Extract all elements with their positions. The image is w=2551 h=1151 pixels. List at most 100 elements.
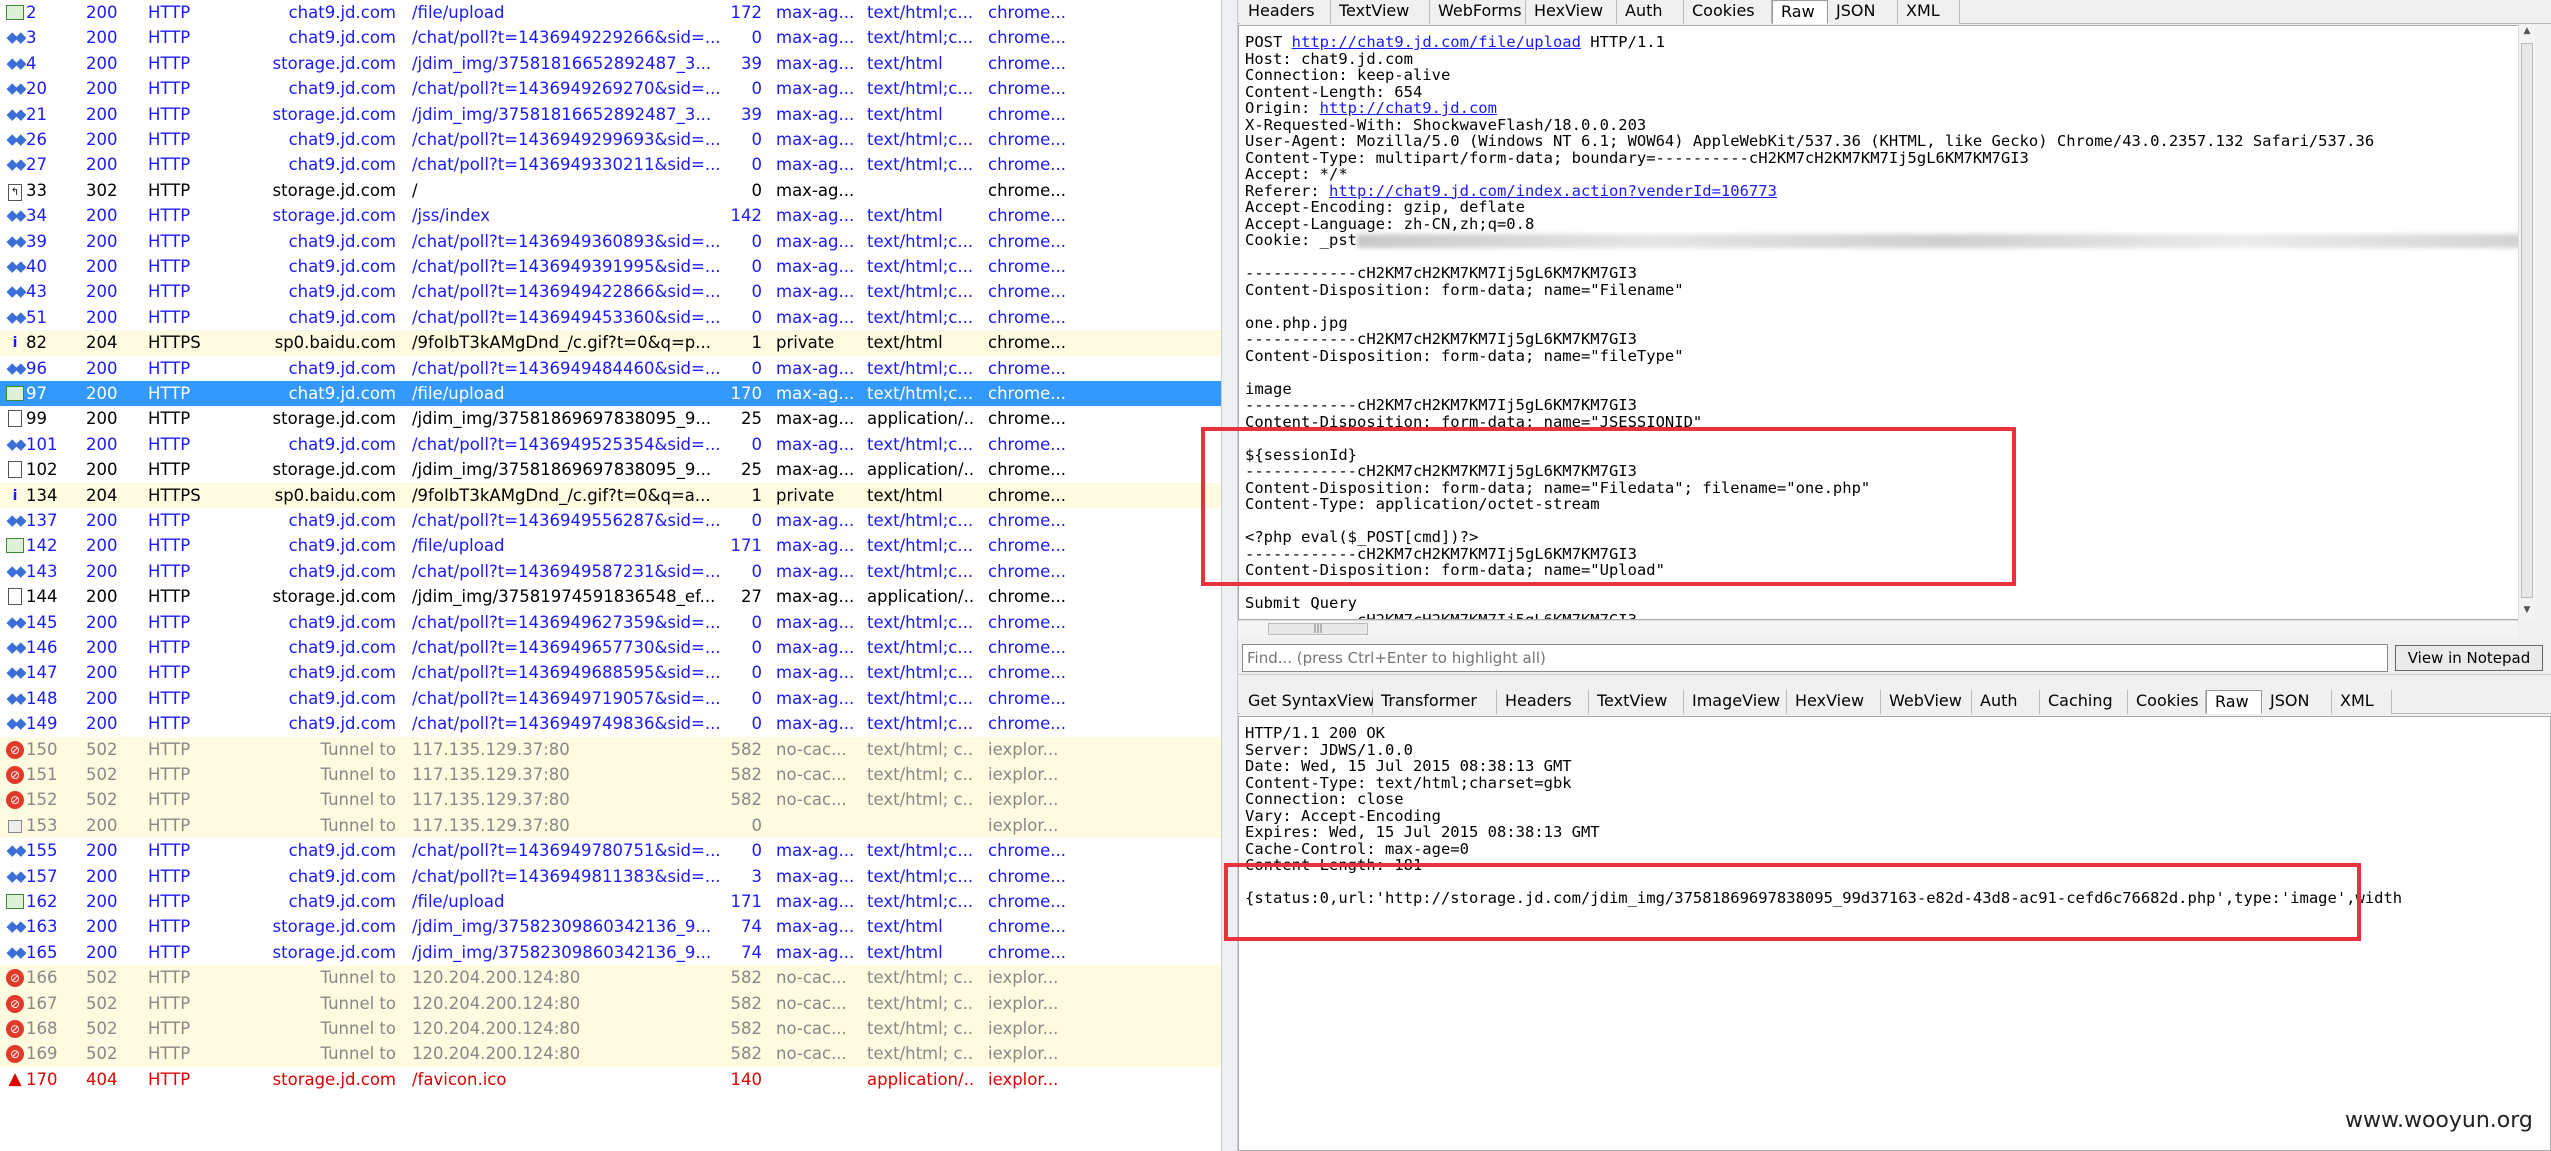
session-row[interactable]: ◆◆ 43 200 HTTP chat9.jd.com/chat/poll?t=1436…	[0, 279, 1221, 304]
panel-splitter[interactable]	[1221, 0, 1238, 1151]
session-row[interactable]: ◆◆ 147 200 HTTP chat9.jd.com/chat/poll?t=143…	[0, 660, 1221, 685]
session-row[interactable]: ◆◆ 20 200 HTTP chat9.jd.com/chat/poll?t=1436…	[0, 76, 1221, 101]
response-tab-headers[interactable]: Headers	[1497, 690, 1589, 714]
session-row[interactable]: 144 200 HTTP storage.jd.com/jdim_img/375819…	[0, 584, 1221, 609]
session-row[interactable]: ◆◆ 146 200 HTTP chat9.jd.com/chat/poll?t=143…	[0, 635, 1221, 660]
session-row[interactable]: ◆◆ 157 200 HTTP chat9.jd.com/chat/poll?t=143…	[0, 864, 1221, 889]
value-submit: Submit Query	[1245, 594, 1357, 612]
request-vertical-scrollbar[interactable]: ▲ ▼	[2518, 25, 2535, 620]
request-tab-cookies[interactable]: Cookies	[1684, 0, 1772, 24]
session-row[interactable]: ◆◆ 40 200 HTTP chat9.jd.com/chat/poll?t=1436…	[0, 254, 1221, 279]
session-row[interactable]: ↰ 33 302 HTTP storage.jd.com / 0 max-ag... chrom…	[0, 178, 1221, 203]
response-content-length: Content-Length: 181	[1245, 856, 1423, 874]
session-row[interactable]: ⊘ 152 502 HTTP Tunnel to 117.135.129.37:80 582…	[0, 787, 1221, 813]
session-row[interactable]: 102 200 HTTP storage.jd.com/jdim_img/375818…	[0, 457, 1221, 482]
session-row[interactable]: ⊘ 167 502 HTTP Tunnel to 120.204.200.124:80 58…	[0, 990, 1221, 1016]
session-caching: max-ag...	[776, 460, 855, 480]
response-tab-caching[interactable]: Caching	[2040, 690, 2128, 714]
view-in-notepad-button[interactable]: View in Notepad	[2395, 645, 2543, 671]
session-row[interactable]: ◆◆ 21 200 HTTP storage.jd.com/jdim_img/37581…	[0, 102, 1221, 127]
session-row[interactable]: ◆◆ 39 200 HTTP chat9.jd.com/chat/poll?t=1436…	[0, 229, 1221, 254]
session-url: /chat/poll?t=1436949453360&sid=...	[412, 307, 721, 327]
request-tab-json[interactable]: JSON	[1828, 0, 1898, 24]
session-row[interactable]: i 134 204 HTTPS sp0.baidu.com/9foIbT3kAMgDnd…	[0, 482, 1221, 508]
request-tab-auth[interactable]: Auth	[1617, 0, 1684, 24]
response-tab-raw[interactable]: Raw	[2206, 690, 2262, 714]
session-protocol: HTTP	[148, 104, 191, 124]
response-tab-auth[interactable]: Auth	[1972, 690, 2040, 714]
request-tab-raw[interactable]: Raw	[1772, 0, 1828, 24]
session-row[interactable]: ◆◆ 96 200 HTTP chat9.jd.com/chat/poll?t=1436…	[0, 356, 1221, 381]
session-row[interactable]: ◆◆ 26 200 HTTP chat9.jd.com/chat/poll?t=1436…	[0, 127, 1221, 152]
session-row[interactable]: ◆◆ 155 200 HTTP chat9.jd.com/chat/poll?t=143…	[0, 838, 1221, 863]
response-tab-json[interactable]: JSON	[2262, 690, 2332, 714]
session-row[interactable]: ⊘ 150 502 HTTP Tunnel to 117.135.129.37:80 582…	[0, 736, 1221, 762]
find-input[interactable]	[1242, 644, 2388, 672]
session-row[interactable]: 97 200 HTTP chat9.jd.com/file/upload 170 max-…	[0, 381, 1221, 407]
session-row[interactable]: ◆◆ 163 200 HTTP storage.jd.com/jdim_img/3758…	[0, 914, 1221, 939]
request-line-url[interactable]: http://chat9.jd.com/file/upload	[1292, 33, 1581, 51]
scroll-up-arrow-icon[interactable]: ▲	[2521, 26, 2533, 40]
session-body-size: 0	[751, 28, 763, 48]
scroll-thumb-grip-icon[interactable]: |||	[1268, 623, 1368, 635]
header-cookie: Cookie: _pst	[1245, 231, 1357, 249]
session-row[interactable]: 99 200 HTTP storage.jd.com/jdim_img/3758186…	[0, 406, 1221, 431]
request-horizontal-scrollbar[interactable]: |||	[1238, 620, 2518, 637]
session-row[interactable]: ⊘ 166 502 HTTP Tunnel to 120.204.200.124:80 58…	[0, 965, 1221, 991]
session-row[interactable]: ◆◆ 101 200 HTTP chat9.jd.com/chat/poll?t=143…	[0, 432, 1221, 457]
response-tab-cookies[interactable]: Cookies	[2128, 690, 2206, 714]
session-row[interactable]: ⊘ 168 502 HTTP Tunnel to 120.204.200.124:80 58…	[0, 1016, 1221, 1042]
session-body-size: 0	[751, 561, 763, 581]
session-row[interactable]: ⊘ 151 502 HTTP Tunnel to 117.135.129.37:80 582…	[0, 762, 1221, 788]
session-result: 200	[86, 917, 118, 937]
session-row[interactable]: ◆◆ 145 200 HTTP chat9.jd.com/chat/poll?t=143…	[0, 610, 1221, 635]
response-raw-view[interactable]: HTTP/1.1 200 OK Server: JDWS/1.0.0 Date:…	[1238, 716, 2551, 1151]
request-tab-webforms[interactable]: WebForms	[1430, 0, 1526, 24]
session-number: 169	[26, 1044, 58, 1064]
response-tab-webview[interactable]: WebView	[1881, 690, 1972, 714]
session-list[interactable]: 2 200 HTTP chat9.jd.com/file/upload 172 max-a…	[0, 0, 1221, 1151]
response-tab-imageview[interactable]: ImageView	[1684, 690, 1787, 714]
session-row[interactable]: ◆◆ 51 200 HTTP chat9.jd.com/chat/poll?t=1436…	[0, 305, 1221, 330]
session-row[interactable]: ◆◆ 165 200 HTTP storage.jd.com/jdim_img/3758…	[0, 940, 1221, 965]
session-row[interactable]: 153 200 HTTP Tunnel to 117.135.129.37:80 0 iex…	[0, 812, 1221, 839]
session-number: 155	[26, 841, 58, 861]
session-row[interactable]: ▲ 170 404 HTTP storage.jd.com/favicon.ico 140…	[0, 1067, 1221, 1092]
session-row[interactable]: ◆◆ 149 200 HTTP chat9.jd.com/chat/poll?t=143…	[0, 711, 1221, 736]
session-row[interactable]: ◆◆ 4 200 HTTP storage.jd.com/jdim_img/375818…	[0, 51, 1221, 76]
header-origin-url[interactable]: http://chat9.jd.com	[1320, 99, 1497, 117]
request-tab-xml[interactable]: XML	[1898, 0, 1960, 24]
response-tab-hexview[interactable]: HexView	[1787, 690, 1881, 714]
response-tab-transformer[interactable]: Transformer	[1373, 690, 1497, 714]
session-row[interactable]: i 82 204 HTTPS sp0.baidu.com/9foIbT3kAMgDnd_…	[0, 330, 1221, 356]
response-tab-textview[interactable]: TextView	[1589, 690, 1684, 714]
scroll-thumb[interactable]	[2521, 43, 2533, 598]
session-number: 102	[26, 460, 58, 480]
session-content-type: text/html;c...	[867, 841, 973, 861]
session-process: iexplor...	[988, 739, 1059, 759]
session-body-size: 172	[730, 3, 763, 22]
request-tab-textview[interactable]: TextView	[1331, 0, 1430, 24]
session-row[interactable]: ◆◆ 143 200 HTTP chat9.jd.com/chat/poll?t=143…	[0, 559, 1221, 584]
session-row[interactable]: ◆◆ 137 200 HTTP chat9.jd.com/chat/poll?t=143…	[0, 508, 1221, 533]
scroll-down-arrow-icon[interactable]: ▼	[2521, 605, 2533, 619]
session-row[interactable]: ◆◆ 27 200 HTTP chat9.jd.com/chat/poll?t=1436…	[0, 152, 1221, 177]
request-raw-view[interactable]: POST http://chat9.jd.com/file/upload HTT…	[1238, 25, 2533, 620]
session-row[interactable]: 2 200 HTTP chat9.jd.com/file/upload 172 max-a…	[0, 0, 1221, 25]
session-row[interactable]: 162 200 HTTP chat9.jd.com/file/upload 171 max…	[0, 889, 1221, 914]
request-tab-headers[interactable]: Headers	[1240, 0, 1331, 24]
header-referer-url[interactable]: http://chat9.jd.com/index.action?venderI…	[1329, 182, 1777, 200]
session-row[interactable]: ◆◆ 148 200 HTTP chat9.jd.com/chat/poll?t=143…	[0, 686, 1221, 711]
session-row[interactable]: ◆◆ 34 200 HTTP storage.jd.com/jss/index 142 ma…	[0, 203, 1221, 228]
session-process: chrome...	[988, 866, 1067, 886]
session-process: chrome...	[988, 358, 1067, 378]
request-tab-hexview[interactable]: HexView	[1526, 0, 1617, 24]
session-row[interactable]: ⊘ 169 502 HTTP Tunnel to 120.204.200.124:80 58…	[0, 1041, 1221, 1067]
session-row[interactable]: 142 200 HTTP chat9.jd.com/file/upload 171 max…	[0, 533, 1221, 558]
response-tab-xml[interactable]: XML	[2332, 690, 2392, 714]
session-row[interactable]: ◆◆ 3 200 HTTP chat9.jd.com/chat/poll?t=14369…	[0, 25, 1221, 50]
session-url: /jdim_img/37582309860342136_9...	[412, 942, 712, 962]
response-tab-get-syntaxview[interactable]: Get SyntaxView	[1240, 690, 1375, 714]
disposition-upload: Content-Disposition: form-data; name="Up…	[1245, 561, 1665, 579]
session-host: sp0.baidu.com	[274, 485, 396, 505]
